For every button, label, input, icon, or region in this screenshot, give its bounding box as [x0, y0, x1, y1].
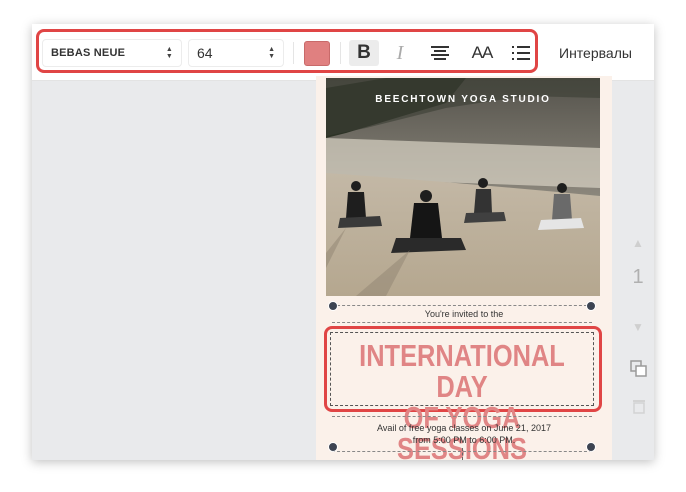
duplicate-page-button[interactable]	[630, 360, 648, 383]
bold-button[interactable]: B	[349, 40, 379, 66]
page-number: 1	[632, 266, 644, 288]
rotate-guide	[462, 448, 463, 460]
page-up-icon[interactable]: ▲	[622, 236, 654, 250]
font-size-select[interactable]: 64 ▲ ▼	[188, 39, 284, 67]
resize-handle[interactable]	[586, 442, 596, 452]
italic-button[interactable]: I	[387, 40, 413, 66]
text-box-border	[332, 305, 592, 306]
details-line-2: from 5:00 PM to 6:00 PM.	[412, 435, 516, 445]
spacing-button[interactable]: Интервалы	[559, 45, 632, 61]
select-arrows-icon: ▲ ▼	[268, 46, 275, 60]
editor-window: BEBAS NEUE ▲ ▼ 64 ▲ ▼ B I AA Интервалы B…	[32, 24, 654, 460]
design-page[interactable]: BEECHTOWN YOGA STUDIO You're invited to …	[316, 76, 612, 460]
font-size-value: 64	[197, 45, 213, 61]
text-color-swatch[interactable]	[304, 41, 330, 66]
studio-name: BEECHTOWN YOGA STUDIO	[375, 94, 551, 105]
text-box-border	[332, 322, 592, 323]
yoga-beach-photo[interactable]: BEECHTOWN YOGA STUDIO	[326, 78, 600, 296]
delete-page-button[interactable]	[632, 398, 646, 419]
align-center-button[interactable]	[428, 40, 452, 66]
beach-scene-image	[326, 78, 600, 296]
text-toolbar: BEBAS NEUE ▲ ▼ 64 ▲ ▼ B I AA Интервалы	[32, 24, 654, 81]
toolbar-divider	[293, 42, 294, 64]
font-family-select[interactable]: BEBAS NEUE ▲ ▼	[42, 39, 182, 67]
details-line-1: Avail of free yoga classes on June 21, 2…	[377, 423, 551, 433]
resize-handle[interactable]	[328, 442, 338, 452]
trash-icon	[633, 400, 645, 414]
bullet-list-icon	[512, 46, 530, 60]
align-center-icon	[431, 46, 449, 60]
event-details-text[interactable]: Avail of free yoga classes on June 21, 2…	[316, 422, 612, 446]
list-button[interactable]	[509, 40, 533, 66]
heading-line-1: INTERNATIONAL DAY	[359, 338, 565, 404]
page-down-icon[interactable]: ▼	[622, 320, 654, 334]
text-box-border	[332, 416, 592, 417]
page-controls: ▲ 1 ▼	[622, 84, 654, 460]
toolbar-divider	[340, 42, 341, 64]
font-family-value: BEBAS NEUE	[51, 47, 126, 59]
invite-text[interactable]: You're invited to the	[316, 309, 612, 319]
letter-case-button[interactable]: AA	[466, 40, 498, 66]
select-arrows-icon: ▲ ▼	[165, 46, 173, 60]
copy-icon	[630, 360, 647, 377]
